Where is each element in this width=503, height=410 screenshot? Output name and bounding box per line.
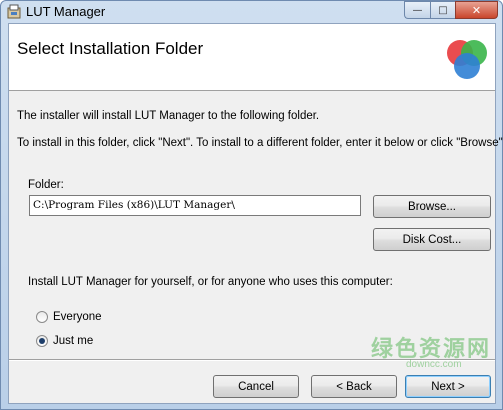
radio-just-me-label: Just me <box>53 335 94 347</box>
scope-prompt: Install LUT Manager for yourself, or for… <box>28 276 393 288</box>
watermark-subtext: downcc.com <box>406 359 462 370</box>
radio-everyone-button[interactable] <box>36 311 48 323</box>
minimize-button[interactable]: — <box>404 1 430 19</box>
radio-just-me-button[interactable] <box>36 335 48 347</box>
intro-text: The installer will install LUT Manager t… <box>17 110 320 122</box>
page-title: Select Installation Folder <box>17 39 204 58</box>
radio-just-me[interactable]: Just me <box>36 335 93 347</box>
header-banner: Select Installation Folder <box>9 24 495 91</box>
folder-label: Folder: <box>28 179 64 191</box>
caption-buttons: — □ ✕ <box>404 1 498 20</box>
installer-window: LUT Manager — □ ✕ Select Installation Fo… <box>0 0 503 410</box>
next-button[interactable]: Next > <box>405 375 491 398</box>
disk-cost-button[interactable]: Disk Cost... <box>373 228 491 251</box>
close-icon: ✕ <box>471 3 482 17</box>
instruction-text: To install in this folder, click "Next".… <box>17 137 503 149</box>
folder-path-input[interactable]: C:\Program Files (x86)\LUT Manager\ <box>29 195 361 216</box>
title-bar[interactable]: LUT Manager — □ ✕ <box>1 1 502 23</box>
maximize-icon: □ <box>438 4 448 16</box>
minimize-icon: — <box>412 4 423 16</box>
dialog-client-area: Select Installation Folder The installer… <box>8 23 503 404</box>
installer-app-icon <box>7 4 21 19</box>
window-title: LUT Manager <box>26 4 106 19</box>
close-button[interactable]: ✕ <box>455 1 498 19</box>
radio-everyone-label: Everyone <box>53 311 102 323</box>
maximize-button[interactable]: □ <box>430 1 455 19</box>
back-button[interactable]: < Back <box>311 375 397 398</box>
browse-button[interactable]: Browse... <box>373 195 491 218</box>
cancel-button[interactable]: Cancel <box>213 375 299 398</box>
installer-circles-icon <box>447 40 487 79</box>
radio-everyone[interactable]: Everyone <box>36 311 102 323</box>
